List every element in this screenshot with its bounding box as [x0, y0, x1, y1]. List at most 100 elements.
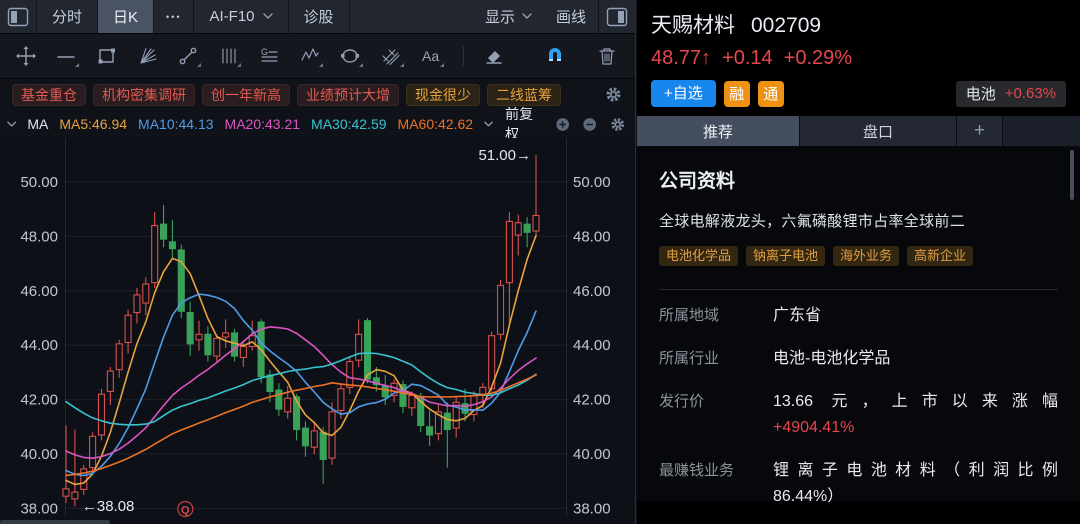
panel-right-icon — [605, 5, 629, 29]
display-menu[interactable]: 显示 — [473, 0, 544, 33]
candlestick-chart[interactable]: 50.0050.0048.0048.0046.0046.0044.0044.00… — [0, 138, 636, 524]
field-label: 发行价 — [659, 389, 773, 441]
indicator-settings-gear-icon[interactable] — [610, 116, 625, 133]
company-tag[interactable]: 高新企业 — [907, 246, 973, 266]
rectangle-tool-icon[interactable] — [94, 42, 120, 70]
chevron-down-icon[interactable] — [7, 121, 16, 128]
svg-text:42.00: 42.00 — [573, 392, 611, 409]
text-tool-icon[interactable]: Aa — [419, 42, 445, 70]
svg-text:40.00: 40.00 — [20, 446, 58, 463]
chart-panel: 分时 日K ••• AI-F10 诊股 显示 画线 — [0, 0, 636, 524]
sector-name: 电池 — [966, 83, 996, 104]
margin-trading-badge[interactable]: 融 — [724, 81, 750, 107]
toolbar-separator — [463, 46, 464, 66]
svg-text:50.00: 50.00 — [573, 174, 611, 191]
tab-minute-chart[interactable]: 分时 — [37, 0, 98, 33]
ma-indicator-label: MA — [27, 116, 48, 132]
gann-fan-tool-icon[interactable] — [135, 42, 161, 70]
signal-chip[interactable]: 业绩预计大增 — [297, 84, 399, 106]
field-value: 锂离子电池材料（利润比例86.44%） — [773, 458, 1058, 510]
info-field-row: 发行价13.66 元，上市以来涨幅+4904.41% — [659, 389, 1058, 441]
ma5-value: MA5:46.94 — [59, 116, 127, 132]
pitchfork-tool-icon[interactable] — [378, 42, 404, 70]
gann-grid-tool-icon[interactable]: G — [256, 42, 282, 70]
add-watchlist-button[interactable]: +自选 — [651, 80, 716, 107]
sector-change: +0.63% — [1005, 85, 1056, 102]
eraser-tool-icon[interactable] — [481, 42, 507, 70]
collapse-right-panel-button[interactable] — [598, 0, 635, 33]
candlestick-chart-area[interactable]: 50.0050.0048.0048.0046.0046.0044.0044.00… — [0, 138, 635, 524]
trash-tool-icon[interactable] — [594, 42, 620, 70]
svg-text:Q: Q — [181, 505, 190, 517]
tab-recommend-label: 推荐 — [703, 121, 733, 142]
svg-text:48.00: 48.00 — [20, 228, 58, 245]
tab-order-book-label: 盘口 — [863, 121, 893, 142]
company-tag[interactable]: 海外业务 — [833, 246, 899, 266]
plus-icon: + — [974, 120, 985, 142]
zoom-in-icon[interactable] — [555, 116, 570, 133]
stock-price: 48.77↑ — [651, 47, 711, 70]
chevron-down-icon — [263, 13, 273, 20]
stock-connect-badge[interactable]: 通 — [758, 81, 784, 107]
tab-ai-f10-label: AI-F10 — [209, 8, 254, 25]
trend-line-tool-icon[interactable] — [54, 42, 80, 70]
divider — [659, 289, 1058, 290]
magnet-tool-icon[interactable] — [542, 42, 568, 70]
circle-tool-icon[interactable] — [338, 42, 364, 70]
signal-chip[interactable]: 基金重仓 — [12, 84, 86, 106]
panel-left-icon — [6, 5, 30, 29]
field-value: 电池-电池化学品 — [773, 346, 1058, 372]
stock-change-pct: +0.29% — [784, 47, 852, 70]
chevron-down-icon[interactable] — [484, 121, 493, 128]
svg-text:←38.08: ←38.08 — [82, 498, 135, 515]
svg-text:51.00→: 51.00→ — [478, 147, 531, 164]
vertical-lines-tool-icon[interactable] — [216, 42, 242, 70]
ma10-value: MA10:44.13 — [138, 116, 214, 132]
stock-info-panel: 天赐材料 002709 48.77↑ +0.14 +0.29% +自选 融 通 … — [637, 0, 1080, 524]
info-field-row: 最赚钱业务锂离子电池材料（利润比例86.44%） — [659, 458, 1058, 510]
ma60-value: MA60:42.62 — [398, 116, 474, 132]
field-label: 所属地域 — [659, 303, 773, 329]
stock-header: 天赐材料 002709 48.77↑ +0.14 +0.29% +自选 融 通 … — [637, 0, 1080, 107]
ma-indicator-bar: MA MA5:46.94 MA10:44.13 MA20:43.21 MA30:… — [0, 110, 635, 138]
svg-text:48.00: 48.00 — [573, 228, 611, 245]
company-tag[interactable]: 电池化学品 — [659, 246, 738, 266]
signal-chip[interactable]: 机构密集调研 — [93, 84, 195, 106]
signal-chip[interactable]: 创一年新高 — [202, 84, 290, 106]
vertical-scrollbar-thumb[interactable] — [1070, 150, 1074, 200]
tab-daily-k[interactable]: 日K — [98, 0, 154, 33]
collapse-left-panel-button[interactable] — [0, 0, 37, 33]
tab-more-periods[interactable]: ••• — [154, 0, 194, 33]
tab-daily-k-label: 日K — [113, 6, 138, 27]
signal-chip[interactable]: 现金很少 — [406, 84, 480, 106]
segment-tool-icon[interactable] — [175, 42, 201, 70]
company-tag[interactable]: 钠离子电池 — [746, 246, 825, 266]
tab-ai-f10[interactable]: AI-F10 — [194, 0, 288, 33]
more-dots-icon: ••• — [166, 12, 181, 22]
svg-text:46.00: 46.00 — [573, 283, 611, 300]
draw-line-menu[interactable]: 画线 — [544, 0, 598, 33]
chart-tabbar: 分时 日K ••• AI-F10 诊股 显示 画线 — [0, 0, 635, 34]
add-tab-button[interactable]: + — [957, 116, 1003, 146]
tab-recommend[interactable]: 推荐 — [637, 116, 800, 146]
svg-text:38.00: 38.00 — [573, 500, 611, 517]
wave-tool-icon[interactable] — [297, 42, 323, 70]
field-value: 13.66 元，上市以来涨幅+4904.41% — [773, 389, 1058, 441]
move-tool-icon[interactable] — [13, 42, 39, 70]
ma30-value: MA30:42.59 — [311, 116, 387, 132]
svg-text:G: G — [261, 47, 268, 57]
settings-gear-icon[interactable] — [603, 85, 623, 105]
horizontal-scrollbar-thumb[interactable] — [0, 520, 110, 524]
field-value: 广东省 — [773, 303, 1058, 329]
info-tabbar: 推荐 盘口 + — [637, 116, 1080, 146]
tab-diagnose-stock[interactable]: 诊股 — [289, 0, 350, 33]
display-menu-label: 显示 — [485, 6, 515, 27]
stock-code: 002709 — [751, 14, 821, 38]
signal-chip[interactable]: 二线蓝筹 — [487, 84, 561, 106]
chevron-down-icon — [522, 13, 532, 20]
ma20-value: MA20:43.21 — [225, 116, 301, 132]
field-label: 所属行业 — [659, 346, 773, 372]
sector-chip[interactable]: 电池 +0.63% — [956, 81, 1066, 107]
tab-order-book[interactable]: 盘口 — [800, 116, 957, 146]
zoom-out-icon[interactable] — [582, 116, 597, 133]
